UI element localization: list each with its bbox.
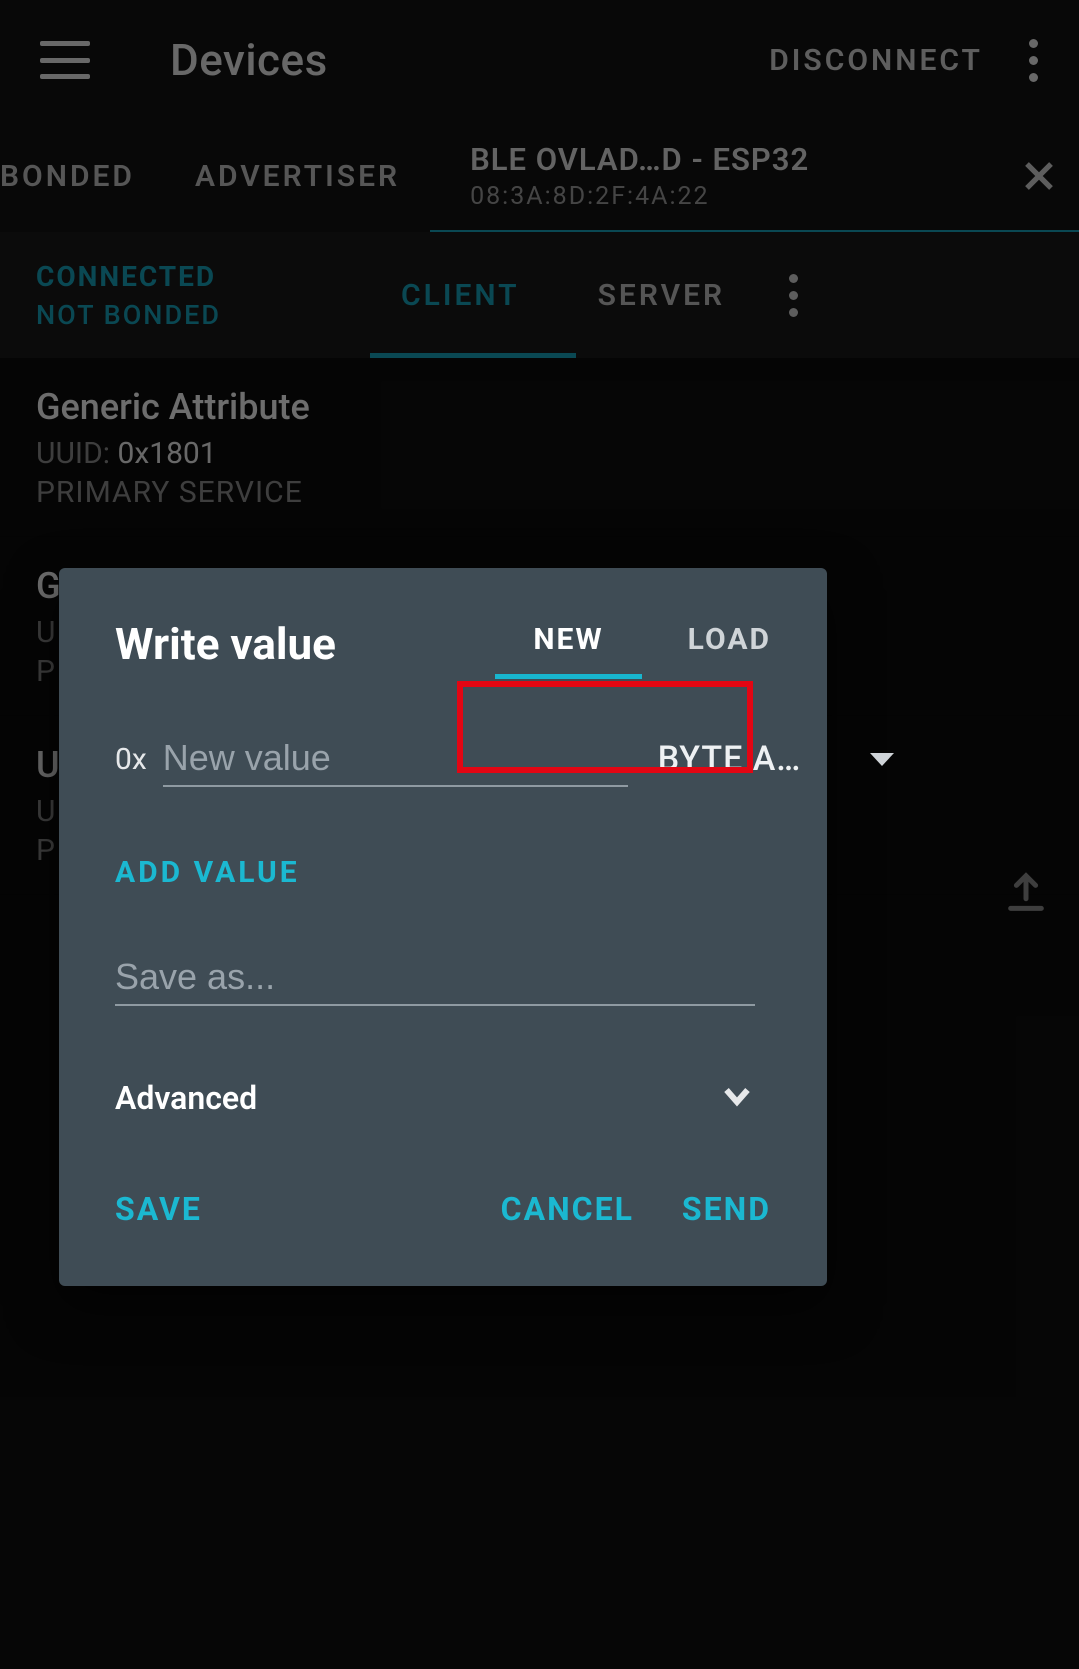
dialog-tab-new[interactable]: NEW bbox=[533, 622, 603, 675]
send-button[interactable]: SEND bbox=[682, 1190, 771, 1228]
chevron-down-icon bbox=[870, 753, 894, 766]
hex-prefix-label: 0x bbox=[115, 742, 147, 777]
dialog-tabs: NEW LOAD bbox=[533, 622, 771, 675]
cancel-button[interactable]: CANCEL bbox=[501, 1190, 634, 1228]
value-type-selected: BYTE A… bbox=[658, 739, 802, 779]
add-value-button[interactable]: ADD VALUE bbox=[115, 855, 771, 890]
chevron-down-icon bbox=[719, 1078, 755, 1118]
value-type-dropdown[interactable]: BYTE A… bbox=[636, 719, 918, 799]
write-value-dialog: Write value NEW LOAD 0x BYTE A… ADD VALU… bbox=[59, 568, 827, 1286]
value-input[interactable] bbox=[163, 731, 628, 787]
dialog-tab-load[interactable]: LOAD bbox=[688, 622, 771, 675]
save-as-input[interactable] bbox=[115, 950, 755, 1006]
advanced-toggle[interactable]: Advanced bbox=[115, 1078, 755, 1118]
dialog-title: Write value bbox=[115, 618, 336, 670]
advanced-label: Advanced bbox=[115, 1079, 257, 1117]
save-button[interactable]: SAVE bbox=[115, 1190, 202, 1228]
